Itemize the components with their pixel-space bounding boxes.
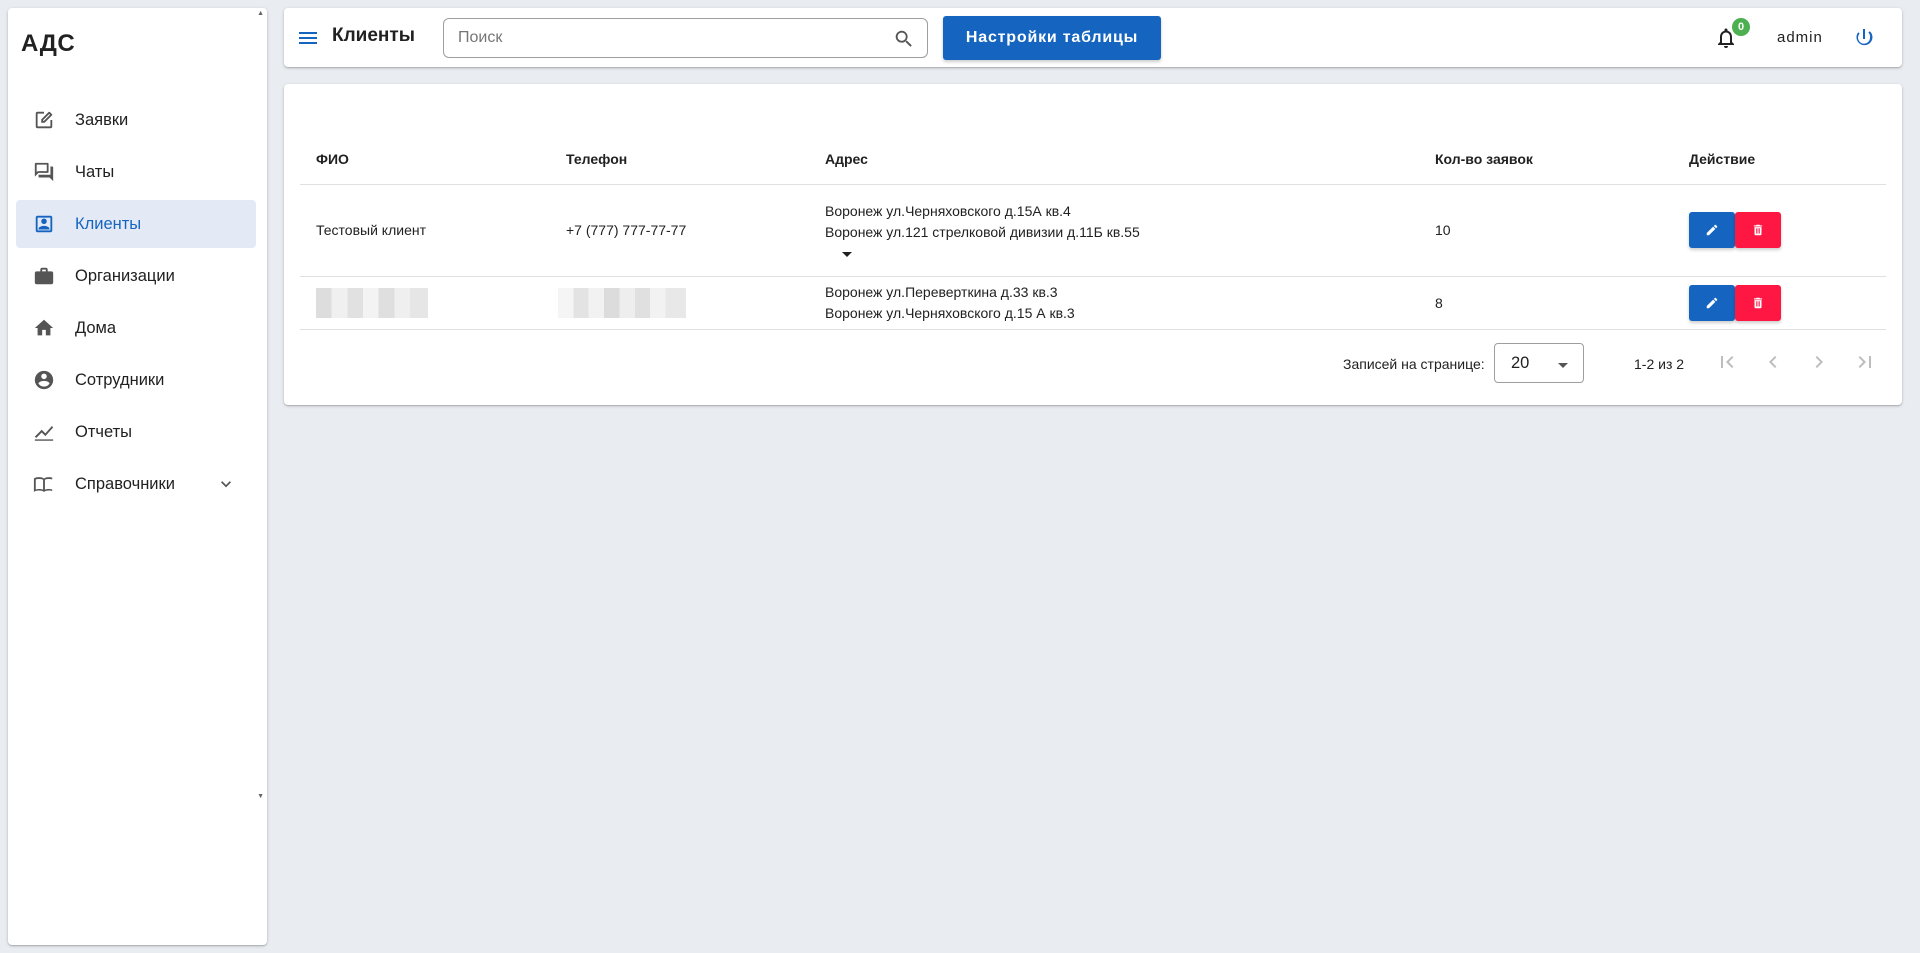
scroll-up-arrow-icon[interactable]: ▲ xyxy=(257,10,264,17)
trash-icon xyxy=(1753,297,1763,308)
sidebar-item-label: Клиенты xyxy=(75,214,142,233)
pencil-icon xyxy=(1706,297,1718,308)
table-row[interactable]: Воронеж ул.Переверткина д.33 кв.3 Вороне… xyxy=(300,276,1886,330)
line-chart-icon xyxy=(33,421,55,443)
table-row[interactable]: Тестовый клиент +7 (777) 777-77-77 Ворон… xyxy=(300,184,1886,277)
client-phone: +7 (777) 777-77-77 xyxy=(550,184,809,277)
sidebar-item-clients[interactable]: Клиенты xyxy=(16,200,256,248)
clients-table: ФИО Телефон Адрес Кол-во заявок Действие… xyxy=(300,134,1886,330)
sidebar: ▲ АДС Заявки Чаты Клиенты Организации До… xyxy=(8,8,267,945)
column-header-requests-count[interactable]: Кол-во заявок xyxy=(1419,134,1673,185)
client-addresses: Воронеж ул.Черняховского д.15А кв.4 Воро… xyxy=(809,184,1419,277)
column-header-name[interactable]: ФИО xyxy=(300,134,550,185)
app-logo: АДС xyxy=(21,30,76,57)
pagination: Записей на странице: 20 1-2 из 2 xyxy=(284,338,1902,386)
next-page-icon[interactable] xyxy=(1807,350,1831,374)
page-range: 1-2 из 2 xyxy=(1634,356,1685,372)
column-header-action: Действие xyxy=(1673,134,1886,185)
clients-table-card: ФИО Телефон Адрес Кол-во заявок Действие… xyxy=(284,84,1902,405)
row-actions xyxy=(1673,276,1886,330)
rows-per-page-value: 20 xyxy=(1511,354,1530,372)
sidebar-item-chats[interactable]: Чаты xyxy=(16,148,256,196)
client-phone-redacted xyxy=(550,276,809,330)
edit-button[interactable] xyxy=(1689,212,1735,248)
delete-button[interactable] xyxy=(1735,212,1781,248)
sidebar-item-organizations[interactable]: Организации xyxy=(16,252,256,300)
sidebar-item-label: Отчеты xyxy=(75,422,133,441)
dropdown-arrow-icon xyxy=(1557,358,1569,370)
scroll-down-arrow-icon[interactable]: ▼ xyxy=(257,793,264,800)
sidebar-item-houses[interactable]: Дома xyxy=(16,304,256,352)
table-header-row: ФИО Телефон Адрес Кол-во заявок Действие xyxy=(300,134,1886,185)
pencil-icon xyxy=(1706,224,1718,236)
search-input[interactable] xyxy=(458,27,878,49)
sidebar-item-label: Чаты xyxy=(75,162,115,181)
chevron-down-icon[interactable] xyxy=(216,474,236,494)
client-requests-count: 8 xyxy=(1419,276,1673,330)
sidebar-item-employees[interactable]: Сотрудники xyxy=(16,356,256,404)
redacted-text xyxy=(558,287,686,318)
address-line: Воронеж ул.Черняховского д.15А кв.4 xyxy=(825,203,1071,219)
briefcase-icon xyxy=(33,265,55,287)
menu-icon[interactable] xyxy=(296,26,320,50)
chat-icon xyxy=(33,161,55,183)
account-circle-icon xyxy=(33,369,55,391)
previous-page-icon[interactable] xyxy=(1761,350,1785,374)
sidebar-item-label: Дома xyxy=(75,318,117,337)
sidebar-item-label: Сотрудники xyxy=(75,370,165,389)
sidebar-item-label: Организации xyxy=(75,266,175,285)
sidebar-item-directories[interactable]: Справочники xyxy=(16,460,256,508)
client-addresses: Воронеж ул.Переверткина д.33 кв.3 Вороне… xyxy=(809,276,1419,330)
sidebar-nav: Заявки Чаты Клиенты Организации Дома Сот… xyxy=(16,96,256,512)
rows-per-page-label: Записей на странице: xyxy=(1343,356,1485,372)
column-header-phone[interactable]: Телефон xyxy=(550,134,809,185)
trash-icon xyxy=(1753,224,1763,236)
sidebar-item-label: Справочники xyxy=(75,474,175,493)
rows-per-page-select[interactable]: 20 xyxy=(1494,343,1584,383)
book-icon xyxy=(33,473,55,495)
search-icon[interactable] xyxy=(893,28,915,50)
client-requests-count: 10 xyxy=(1419,184,1673,277)
notification-count-badge: 0 xyxy=(1732,18,1750,36)
address-line: Воронеж ул.121 стрелковой дивизии д.11Б … xyxy=(825,224,1140,240)
search-box xyxy=(443,18,928,58)
power-icon[interactable] xyxy=(1852,26,1876,50)
address-line: Воронеж ул.Переверткина д.33 кв.3 xyxy=(825,283,1058,300)
contact-card-icon xyxy=(33,213,55,235)
expand-addresses-icon[interactable] xyxy=(841,247,853,259)
column-header-address[interactable]: Адрес xyxy=(809,134,1419,185)
home-icon xyxy=(33,317,55,339)
table-settings-button[interactable]: Настройки таблицы xyxy=(943,16,1161,60)
first-page-icon[interactable] xyxy=(1715,350,1739,374)
page-title: Клиенты xyxy=(332,25,415,46)
row-actions xyxy=(1673,184,1886,277)
delete-button[interactable] xyxy=(1735,284,1781,321)
username[interactable]: admin xyxy=(1777,29,1823,46)
client-name-redacted xyxy=(300,276,550,330)
last-page-icon[interactable] xyxy=(1853,350,1877,374)
address-line: Воронеж ул.Черняховского д.15 А кв.3 xyxy=(825,304,1075,321)
client-name: Тестовый клиент xyxy=(300,184,550,277)
top-bar: Клиенты Настройки таблицы 0 admin xyxy=(284,8,1902,67)
redacted-text xyxy=(316,287,428,318)
sidebar-item-reports[interactable]: Отчеты xyxy=(16,408,256,456)
edit-note-icon xyxy=(33,109,55,131)
edit-button[interactable] xyxy=(1689,284,1735,321)
sidebar-item-requests[interactable]: Заявки xyxy=(16,96,256,144)
sidebar-item-label: Заявки xyxy=(75,110,129,129)
